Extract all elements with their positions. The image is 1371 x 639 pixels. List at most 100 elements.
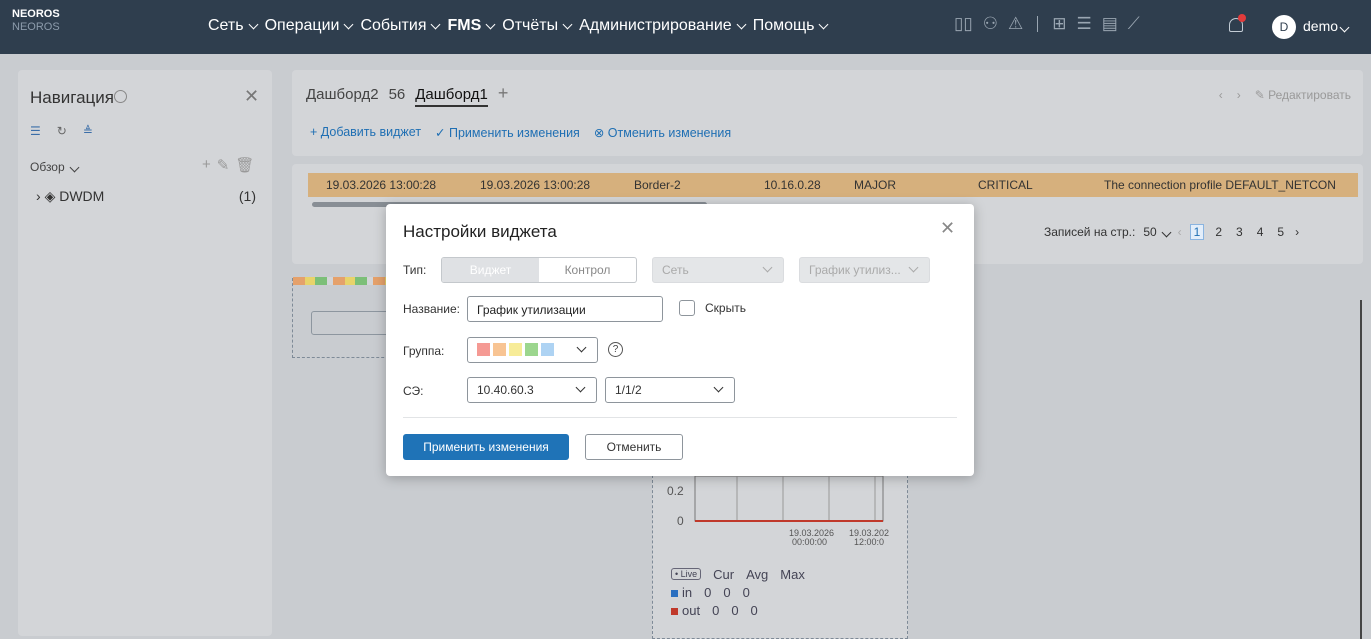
chart-legend: • Live Cur Avg Max in 0 0 0 out 0 0 0 bbox=[671, 565, 805, 619]
add-widget-button[interactable]: + Добавить виджет bbox=[310, 125, 421, 140]
menu-fms-label: FMS bbox=[447, 17, 482, 34]
page-5[interactable]: 5 bbox=[1274, 225, 1287, 239]
menu-network[interactable]: Сеть bbox=[208, 17, 259, 35]
x-tick: 12:00:0 bbox=[854, 537, 884, 547]
apply-button[interactable]: Применить изменения bbox=[403, 434, 569, 460]
add-tab-button[interactable]: + bbox=[498, 83, 509, 107]
menu-network-label: Сеть bbox=[208, 17, 244, 34]
color-swatch bbox=[477, 343, 490, 356]
port-select[interactable]: 1/1/2 bbox=[605, 377, 735, 403]
brand-sub: NEOROS bbox=[12, 21, 60, 33]
tree-item-dwdm[interactable]: › ◈ DWDM (1) bbox=[36, 188, 260, 205]
color-swatch bbox=[541, 343, 554, 356]
next-page-icon[interactable]: › bbox=[1295, 225, 1299, 239]
menu-help[interactable]: Помощь bbox=[752, 17, 829, 35]
document-icon[interactable]: ▤ bbox=[1102, 14, 1118, 34]
cell-ip: 10.16.0.28 bbox=[764, 178, 821, 192]
chevron-down-icon bbox=[1161, 227, 1172, 238]
list-icon[interactable]: ☰ bbox=[1076, 14, 1091, 34]
chevron-down-icon bbox=[576, 342, 587, 353]
legend-col-max: Max bbox=[780, 566, 805, 582]
close-icon[interactable]: ✕ bbox=[940, 218, 955, 239]
table-row[interactable]: 19.03.2026 13:00:28 19.03.2026 13:00:28 … bbox=[308, 173, 1358, 197]
close-icon[interactable]: ✕ bbox=[244, 86, 259, 107]
user-menu[interactable]: demo bbox=[1303, 18, 1350, 34]
cancel-changes-label: Отменить изменения bbox=[607, 126, 732, 140]
ne-label: СЭ: bbox=[403, 384, 424, 398]
chevron-down-icon bbox=[248, 19, 259, 29]
refresh-icon[interactable]: ↻ bbox=[57, 124, 67, 138]
list-view-icon[interactable]: ☰ bbox=[30, 124, 41, 138]
chevron-down-icon bbox=[431, 19, 441, 29]
chart-icon[interactable]: ⟋ bbox=[1128, 14, 1140, 34]
avatar[interactable]: D bbox=[1272, 15, 1296, 39]
add-widget-label: Добавить виджет bbox=[320, 125, 422, 139]
edit-button[interactable]: ✎ Редактировать bbox=[1255, 88, 1351, 102]
prev-icon[interactable]: ‹ bbox=[1219, 88, 1223, 102]
edit-icon[interactable]: ✎ bbox=[217, 156, 230, 174]
dashboard-nav: ‹ › ✎ Редактировать bbox=[1219, 88, 1351, 102]
cancel-button[interactable]: Отменить bbox=[585, 434, 683, 460]
page-1[interactable]: 1 bbox=[1189, 224, 1205, 240]
top-bar: NEOROS NEOROS Сеть Операции События FMS … bbox=[0, 0, 1371, 54]
menu-fms[interactable]: FMS bbox=[447, 17, 496, 35]
delete-icon[interactable]: 🗑 bbox=[235, 156, 254, 174]
next-icon[interactable]: › bbox=[1237, 88, 1241, 102]
menu-reports-label: Отчёты bbox=[502, 17, 559, 34]
ne-select[interactable]: 10.40.60.3 bbox=[467, 377, 597, 403]
per-page-select[interactable]: 50 bbox=[1143, 225, 1172, 239]
widget-name-input[interactable]: График утилизации bbox=[467, 296, 663, 322]
category-select[interactable]: Сеть bbox=[652, 257, 784, 283]
page-3[interactable]: 3 bbox=[1233, 225, 1246, 239]
help-icon[interactable]: ? bbox=[608, 342, 623, 357]
type-segmented-control: Виджет Контрол bbox=[441, 257, 637, 283]
apply-changes-label: Применить изменения bbox=[449, 126, 580, 140]
menu-events[interactable]: События bbox=[360, 17, 441, 35]
brand-logo[interactable]: NEOROS NEOROS bbox=[12, 8, 60, 34]
legend-value: 0 bbox=[704, 584, 712, 600]
tree-icon[interactable]: ⊞ bbox=[1052, 14, 1066, 34]
warning-icon[interactable]: ⚠ bbox=[1008, 14, 1023, 34]
menu-help-label: Помощь bbox=[752, 17, 815, 34]
legend-row-out[interactable]: out 0 0 0 bbox=[671, 601, 805, 619]
cell-time: 19.03.2026 13:00:28 bbox=[326, 178, 437, 192]
nav-title: Навигация bbox=[30, 88, 114, 107]
menu-admin[interactable]: Администрирование bbox=[579, 17, 747, 35]
menu-reports[interactable]: Отчёты bbox=[502, 17, 573, 35]
collapse-icon[interactable]: ≜ bbox=[83, 124, 93, 138]
overview-dropdown[interactable]: Обзор bbox=[30, 160, 80, 174]
chevron-down-icon bbox=[485, 19, 496, 29]
scrollbar[interactable] bbox=[1360, 300, 1362, 639]
live-toggle[interactable]: • Live bbox=[671, 568, 702, 580]
series-out-name: out bbox=[682, 602, 701, 618]
tab-dashboard2[interactable]: Дашборд2 bbox=[306, 86, 379, 107]
chevron-down-icon bbox=[69, 162, 80, 173]
users-icon[interactable]: ⚇ bbox=[983, 14, 998, 34]
pagination: Записей на стр.: 50 ‹ 1 2 3 4 5 › bbox=[1044, 224, 1299, 240]
hide-checkbox[interactable] bbox=[679, 300, 695, 316]
chevron-down-icon bbox=[575, 382, 586, 393]
tree-item-count: (1) bbox=[238, 188, 256, 204]
group-color-strip bbox=[293, 277, 393, 285]
menu-operations[interactable]: Операции bbox=[265, 17, 354, 35]
widget-kind-select[interactable]: График утилиз... bbox=[799, 257, 930, 283]
page-4[interactable]: 4 bbox=[1254, 225, 1267, 239]
add-icon[interactable]: + bbox=[202, 156, 211, 174]
cancel-changes-button[interactable]: ⊗ Отменить изменения bbox=[594, 125, 731, 140]
notification-bell-icon[interactable] bbox=[1226, 14, 1248, 38]
search-icon[interactable] bbox=[114, 90, 127, 103]
prev-page-icon[interactable]: ‹ bbox=[1178, 225, 1182, 239]
topology-icon[interactable]: ▯▯ bbox=[954, 14, 973, 34]
chevron-down-icon bbox=[819, 19, 829, 29]
apply-changes-button[interactable]: ✓ Применить изменения bbox=[435, 125, 580, 140]
y-tick: 0 bbox=[677, 514, 684, 528]
type-option-control[interactable]: Контрол bbox=[539, 258, 636, 282]
tab-56[interactable]: 56 bbox=[389, 86, 406, 107]
expand-icon[interactable]: › bbox=[36, 188, 41, 204]
page-2[interactable]: 2 bbox=[1212, 225, 1225, 239]
type-option-widget[interactable]: Виджет bbox=[442, 258, 539, 282]
legend-row-in[interactable]: in 0 0 0 bbox=[671, 583, 805, 601]
color-swatch bbox=[525, 343, 538, 356]
color-swatch bbox=[509, 343, 522, 356]
tab-dashboard1[interactable]: Дашборд1 bbox=[415, 86, 488, 107]
